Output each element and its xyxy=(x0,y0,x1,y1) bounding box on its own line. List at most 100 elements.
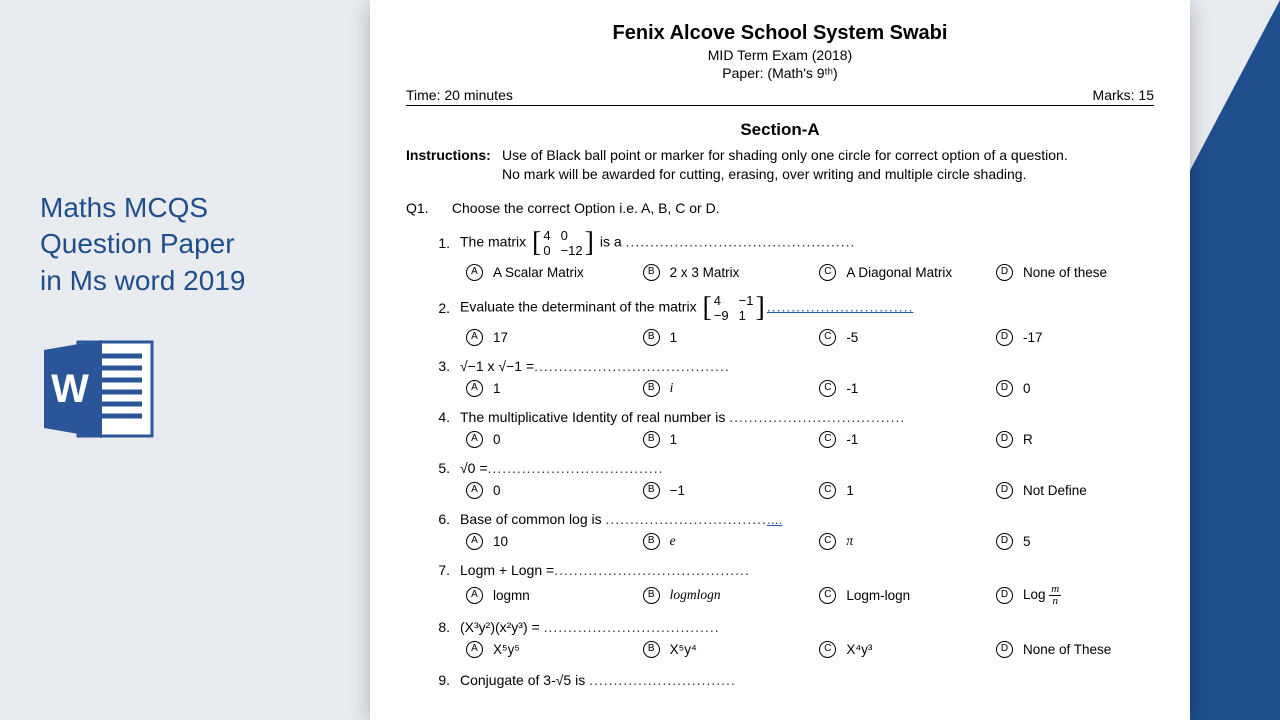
bubble-icon: C xyxy=(819,380,836,397)
question-stem: √−1 x √−1 =.............................… xyxy=(460,358,1154,374)
question-row: 2. Evaluate the determinant of the matri… xyxy=(406,293,1154,323)
question-number: 8. xyxy=(406,619,460,635)
option-d[interactable]: D-17 xyxy=(996,329,1154,346)
bubble-icon: C xyxy=(819,533,836,550)
question-stem: The matrix [ 40 0−12 ] is a ............… xyxy=(460,228,1154,258)
options-row: A0 B1 C-1 DR xyxy=(406,431,1154,448)
title-line-2: Question Paper xyxy=(40,226,340,262)
question-stem: √0 =.................................... xyxy=(460,460,1154,476)
bubble-icon: A xyxy=(466,380,483,397)
option-b[interactable]: Bi xyxy=(643,380,820,397)
options-row: A10 Be Cπ D5 xyxy=(406,533,1154,550)
matrix-icon: [ 4−1 −91 ] xyxy=(702,293,764,323)
q1-label: Q1. xyxy=(406,200,448,216)
bubble-icon: B xyxy=(643,380,660,397)
option-c[interactable]: CA Diagonal Matrix xyxy=(819,264,996,281)
bubble-icon: B xyxy=(643,533,660,550)
option-d-text: Log mn xyxy=(1023,584,1061,607)
question-number: 1. xyxy=(406,235,460,251)
option-b[interactable]: Blogmlogn xyxy=(643,584,820,607)
bubble-icon: A xyxy=(466,482,483,499)
option-d[interactable]: DNot Define xyxy=(996,482,1154,499)
bubble-icon: A xyxy=(466,587,483,604)
option-d[interactable]: DNone of these xyxy=(996,264,1154,281)
matrix-icon: [ 40 0−12 ] xyxy=(532,228,594,258)
bubble-icon: D xyxy=(996,264,1013,281)
option-b[interactable]: B1 xyxy=(643,431,820,448)
question-row: 6. Base of common log is ...............… xyxy=(406,511,1154,527)
question-stem: Conjugate of 3-√5 is ...................… xyxy=(460,672,1154,688)
options-row: AX⁵y⁵ BX⁵y⁴ CX⁴y³ DNone of These xyxy=(406,641,1154,658)
bubble-icon: B xyxy=(643,329,660,346)
question-row: 5. √0 =.................................… xyxy=(406,460,1154,476)
bubble-icon: D xyxy=(996,533,1013,550)
option-d[interactable]: DR xyxy=(996,431,1154,448)
option-d[interactable]: D5 xyxy=(996,533,1154,550)
option-a[interactable]: Alogmn xyxy=(466,584,643,607)
meta-bar: Time: 20 minutes Marks: 15 xyxy=(406,87,1154,106)
svg-text:W: W xyxy=(51,367,89,411)
time-label: Time: 20 minutes xyxy=(406,87,513,103)
option-b[interactable]: B−1 xyxy=(643,482,820,499)
bubble-icon: C xyxy=(819,329,836,346)
bubble-icon: C xyxy=(819,482,836,499)
q1-text: Choose the correct Option i.e. A, B, C o… xyxy=(452,200,720,216)
option-c[interactable]: Cπ xyxy=(819,533,996,550)
bubble-icon: C xyxy=(819,587,836,604)
options-row: AA Scalar Matrix B2 x 3 Matrix CA Diagon… xyxy=(406,264,1154,281)
option-a[interactable]: AA Scalar Matrix xyxy=(466,264,643,281)
instructions-body: Use of Black ball point or marker for sh… xyxy=(502,146,1068,184)
exam-paper: Fenix Alcove School System Swabi MID Ter… xyxy=(370,0,1190,720)
option-c[interactable]: C-5 xyxy=(819,329,996,346)
instructions-label: Instructions: xyxy=(406,146,502,184)
bubble-icon: D xyxy=(996,380,1013,397)
question-stem: Logm + Logn =...........................… xyxy=(460,562,1154,578)
option-a[interactable]: A10 xyxy=(466,533,643,550)
question-number: 4. xyxy=(406,409,460,425)
question-row: 7. Logm + Logn =........................… xyxy=(406,562,1154,578)
options-row: A0 B−1 C1 DNot Define xyxy=(406,482,1154,499)
bubble-icon: A xyxy=(466,329,483,346)
option-c[interactable]: C1 xyxy=(819,482,996,499)
option-c[interactable]: C-1 xyxy=(819,431,996,448)
options-row: Alogmn Blogmlogn CLogm-logn D Log mn xyxy=(406,584,1154,607)
option-a[interactable]: AX⁵y⁵ xyxy=(466,641,643,658)
option-d[interactable]: DNone of These xyxy=(996,641,1154,658)
option-a[interactable]: A0 xyxy=(466,431,643,448)
option-c[interactable]: CX⁴y³ xyxy=(819,641,996,658)
question-stem: (X³y²)(x²y³) = .........................… xyxy=(460,619,1154,635)
bubble-icon: D xyxy=(996,587,1013,604)
exam-term: MID Term Exam (2018) xyxy=(406,47,1154,63)
option-b[interactable]: B2 x 3 Matrix xyxy=(643,264,820,281)
bubble-icon: D xyxy=(996,641,1013,658)
option-a[interactable]: A0 xyxy=(466,482,643,499)
bubble-icon: B xyxy=(643,431,660,448)
question-number: 6. xyxy=(406,511,460,527)
options-row: A17 B1 C-5 D-17 xyxy=(406,329,1154,346)
option-b[interactable]: Be xyxy=(643,533,820,550)
option-a[interactable]: A1 xyxy=(466,380,643,397)
bubble-icon: A xyxy=(466,533,483,550)
question-number: 2. xyxy=(406,300,460,316)
option-c[interactable]: C-1 xyxy=(819,380,996,397)
bubble-icon: A xyxy=(466,264,483,281)
ms-word-icon: W xyxy=(40,334,340,449)
option-c[interactable]: CLogm-logn xyxy=(819,584,996,607)
option-a[interactable]: A17 xyxy=(466,329,643,346)
option-d[interactable]: D0 xyxy=(996,380,1154,397)
thumbnail-title: Maths MCQS Question Paper in Ms word 201… xyxy=(40,190,340,299)
question-stem: Evaluate the determinant of the matrix [… xyxy=(460,293,1154,323)
section-heading: Section-A xyxy=(406,120,1154,140)
bubble-icon: B xyxy=(643,482,660,499)
option-b[interactable]: BX⁵y⁴ xyxy=(643,641,820,658)
option-d[interactable]: D Log mn xyxy=(996,584,1154,607)
question-row: 9. Conjugate of 3-√5 is ................… xyxy=(406,672,1154,688)
option-b[interactable]: B1 xyxy=(643,329,820,346)
bubble-icon: C xyxy=(819,264,836,281)
question-row: 1. The matrix [ 40 0−12 ] is a .........… xyxy=(406,228,1154,258)
bubble-icon: D xyxy=(996,329,1013,346)
question-number: 9. xyxy=(406,672,460,688)
title-line-1: Maths MCQS xyxy=(40,190,340,226)
instructions-line-1: Use of Black ball point or marker for sh… xyxy=(502,146,1068,165)
question-row: 3. √−1 x √−1 =..........................… xyxy=(406,358,1154,374)
